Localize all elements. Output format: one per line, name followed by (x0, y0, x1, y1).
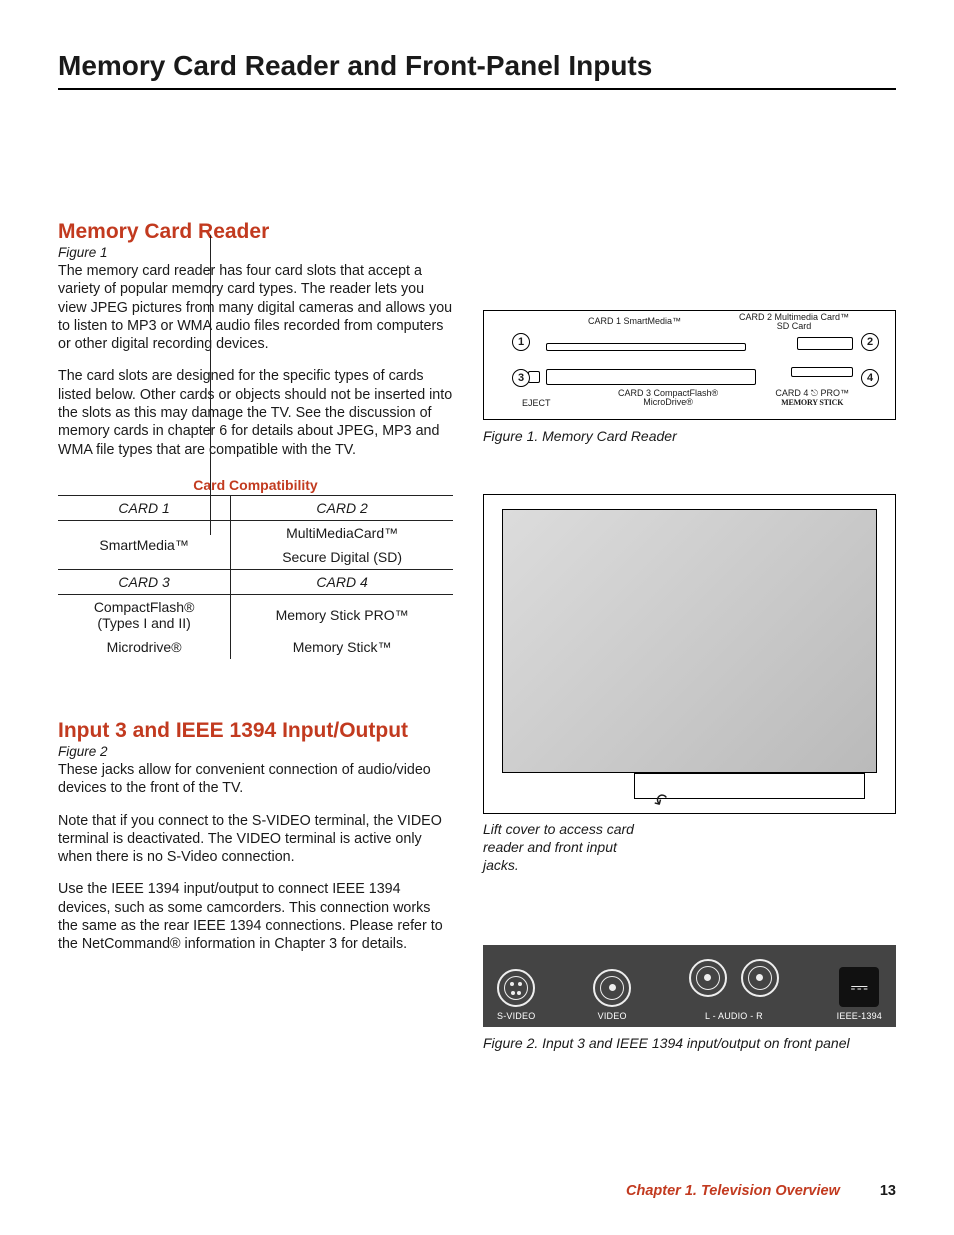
eject-label: EJECT (522, 399, 551, 408)
ieee1394-jack: ⎓ IEEE-1394 (837, 967, 882, 1021)
compat-head-card2: CARD 2 (231, 495, 453, 520)
video-jack: VIDEO (593, 969, 631, 1021)
memory-stick-logo: MEMORY STICK (781, 398, 843, 407)
slot-label-4a: CARD 4 (775, 388, 808, 398)
section-memory-heading: Memory Card Reader (58, 220, 453, 244)
card-reader-diagram: 1 2 3 4 CARD 1 SmartMedia™ CARD 2 Multim… (483, 310, 896, 420)
compat-card1-value: SmartMedia™ (58, 520, 231, 569)
compat-head-card1: CARD 1 (58, 495, 231, 520)
compat-head-card3: CARD 3 (58, 569, 231, 594)
compat-card4-value-b: Memory Stick™ (231, 635, 453, 659)
slot-number-2: 2 (861, 333, 879, 351)
figure-2-caption: Figure 2. Input 3 and IEEE 1394 input/ou… (483, 1035, 896, 1051)
slot-label-3b: MicroDrive® (643, 397, 693, 407)
audio-label: L - AUDIO - R (705, 1011, 763, 1021)
ieee1394-label: IEEE-1394 (837, 1011, 882, 1021)
lift-cover-text: Lift cover to access card reader and fro… (483, 820, 653, 875)
memory-paragraph-1: The memory card reader has four card slo… (58, 262, 453, 353)
svideo-icon (497, 969, 535, 1007)
slot-number-4: 4 (861, 369, 879, 387)
video-label: VIDEO (598, 1011, 627, 1021)
page-footer: Chapter 1. Television Overview 13 (58, 1183, 896, 1199)
figure-1-caption: Figure 1. Memory Card Reader (483, 428, 896, 444)
rca-icon (593, 969, 631, 1007)
title-rule (58, 88, 896, 90)
section-input3-heading: Input 3 and IEEE 1394 Input/Output (58, 719, 453, 743)
svideo-label: S-VIDEO (497, 1011, 535, 1021)
compat-card2-value-a: MultiMediaCard™ (231, 520, 453, 545)
compat-table: CARD 1 CARD 2 SmartMedia™ MultiMediaCard… (58, 495, 453, 659)
slot-label-2b: SD Card (777, 321, 812, 331)
input3-paragraph-2: Note that if you connect to the S-VIDEO … (58, 812, 453, 867)
slot-number-1: 1 (512, 333, 530, 351)
input3-paragraph-1: These jacks allow for convenient connect… (58, 761, 453, 798)
compat-card2-value-b: Secure Digital (SD) (231, 545, 453, 570)
ieee1394-icon: ⎓ (839, 967, 879, 1007)
rca-icon (689, 959, 727, 997)
rca-icon (741, 959, 779, 997)
compat-card3-value-b: Microdrive® (58, 635, 231, 659)
footer-chapter: Chapter 1. Television Overview (626, 1183, 840, 1199)
audio-jack-group: L - AUDIO - R (689, 959, 779, 1021)
compat-head-card4: CARD 4 (231, 569, 453, 594)
figure-2-label: Figure 2 (58, 744, 453, 759)
slot-label-1: CARD 1 SmartMedia™ (588, 317, 681, 326)
compat-card3-value-a: CompactFlash® (Types I and II) (58, 594, 231, 635)
memory-paragraph-2: The card slots are designed for the spec… (58, 367, 453, 458)
compat-card4-value-a: Memory Stick PRO™ (231, 594, 453, 635)
figure-1-label: Figure 1 (58, 245, 453, 260)
svideo-jack: S-VIDEO (497, 969, 535, 1021)
slot-number-3: 3 (512, 369, 530, 387)
input3-paragraph-3: Use the IEEE 1394 input/output to connec… (58, 880, 453, 953)
front-jack-panel: S-VIDEO VIDEO L - AUDIO - R ⎓ IEEE-1394 (483, 945, 896, 1027)
slot-label-4b: PRO™ (820, 388, 849, 398)
tv-illustration: ↶ Lift cover to access card reader and f… (483, 494, 896, 875)
page-title: Memory Card Reader and Front-Panel Input… (58, 50, 896, 82)
compat-title: Card Compatibility (58, 477, 453, 493)
footer-page-number: 13 (880, 1183, 896, 1199)
